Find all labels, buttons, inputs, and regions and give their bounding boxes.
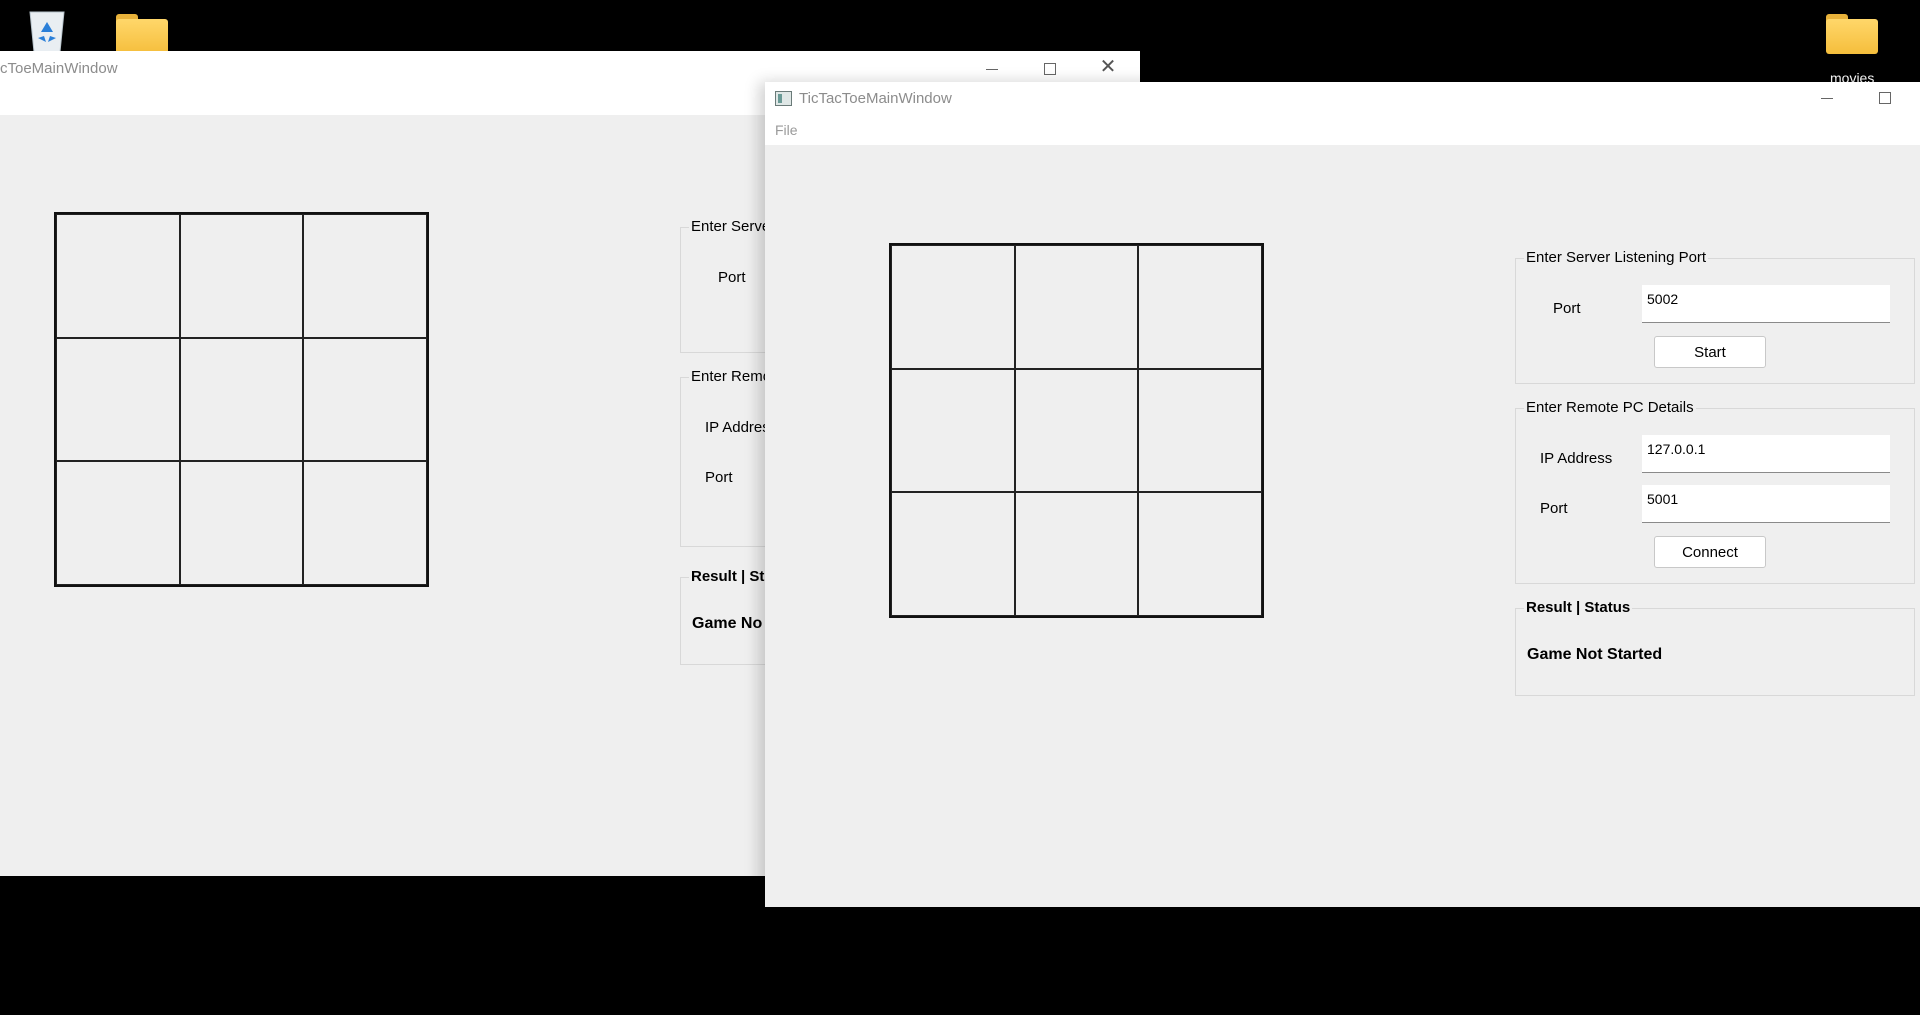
back-board-cell[interactable]: [56, 337, 180, 462]
remote-port-label: Port: [1540, 500, 1568, 517]
board-cell[interactable]: [891, 245, 1015, 369]
back-board-cell[interactable]: [179, 461, 304, 585]
front-maximize-icon[interactable]: [1875, 90, 1895, 106]
back-ip-label: IP Addres: [705, 419, 770, 436]
recycle-bin-icon[interactable]: [22, 6, 72, 53]
server-port-label: Port: [1553, 300, 1581, 317]
server-group-title: Enter Server Listening Port: [1524, 249, 1709, 266]
back-board-cell[interactable]: [303, 337, 427, 462]
back-board-cell[interactable]: [303, 461, 427, 585]
board-cell[interactable]: [891, 368, 1015, 493]
front-window-titlebar[interactable]: TicTacToeMainWindow: [765, 82, 1920, 114]
status-text: Game Not Started: [1527, 646, 1663, 663]
back-board-cell[interactable]: [56, 214, 180, 338]
server-port-input[interactable]: [1642, 285, 1890, 323]
board-cell[interactable]: [1138, 492, 1262, 616]
remote-port-input[interactable]: [1642, 485, 1890, 523]
remote-group-title: Enter Remote PC Details: [1524, 399, 1696, 416]
board-cell[interactable]: [1014, 492, 1139, 616]
menu-bar: File: [765, 114, 1920, 145]
board-cell[interactable]: [1138, 245, 1262, 369]
ip-address-label: IP Address: [1540, 450, 1613, 467]
menu-file[interactable]: File: [775, 122, 798, 138]
board-cell[interactable]: [1014, 368, 1139, 493]
app-icon: [775, 91, 792, 106]
front-window[interactable]: TicTacToeMainWindow File Enter Server Li…: [765, 82, 1920, 907]
folder-icon[interactable]: [116, 14, 168, 54]
ip-address-input[interactable]: [1642, 435, 1890, 473]
back-board-cell[interactable]: [179, 337, 304, 462]
back-board-cell[interactable]: [56, 461, 180, 585]
back-minimize-icon[interactable]: [982, 61, 1002, 77]
back-board-cell[interactable]: [303, 214, 427, 338]
back-remote-group-title: Enter Remo: [689, 368, 774, 385]
server-port-group: Enter Server Listening Port Port Start: [1515, 249, 1915, 384]
start-button[interactable]: Start: [1654, 336, 1766, 368]
back-board-cell[interactable]: [179, 214, 304, 338]
connect-button[interactable]: Connect: [1654, 536, 1766, 568]
back-close-icon[interactable]: ✕: [1098, 57, 1118, 77]
back-remote-port-label: Port: [705, 469, 733, 486]
status-group-title: Result | Status: [1524, 599, 1633, 616]
board-cell[interactable]: [1014, 245, 1139, 369]
front-window-title: TicTacToeMainWindow: [799, 90, 952, 107]
back-maximize-icon[interactable]: [1040, 61, 1060, 77]
back-server-group-title: Enter Serve: [689, 218, 773, 235]
board-cell[interactable]: [891, 492, 1015, 616]
back-game-board: [54, 212, 429, 587]
front-game-board: [889, 243, 1264, 618]
back-server-port-label: Port: [718, 269, 746, 286]
status-group: Result | Status Game Not Started: [1515, 599, 1915, 696]
back-window-title: cToeMainWindow: [0, 60, 118, 77]
board-cell[interactable]: [1138, 368, 1262, 493]
movies-folder-icon[interactable]: movies: [1826, 14, 1878, 86]
front-minimize-icon[interactable]: [1817, 90, 1837, 106]
remote-pc-group: Enter Remote PC Details IP Address Port …: [1515, 399, 1915, 584]
back-status-group-title: Result | St: [689, 568, 767, 585]
back-status-text: Game No: [692, 615, 763, 632]
